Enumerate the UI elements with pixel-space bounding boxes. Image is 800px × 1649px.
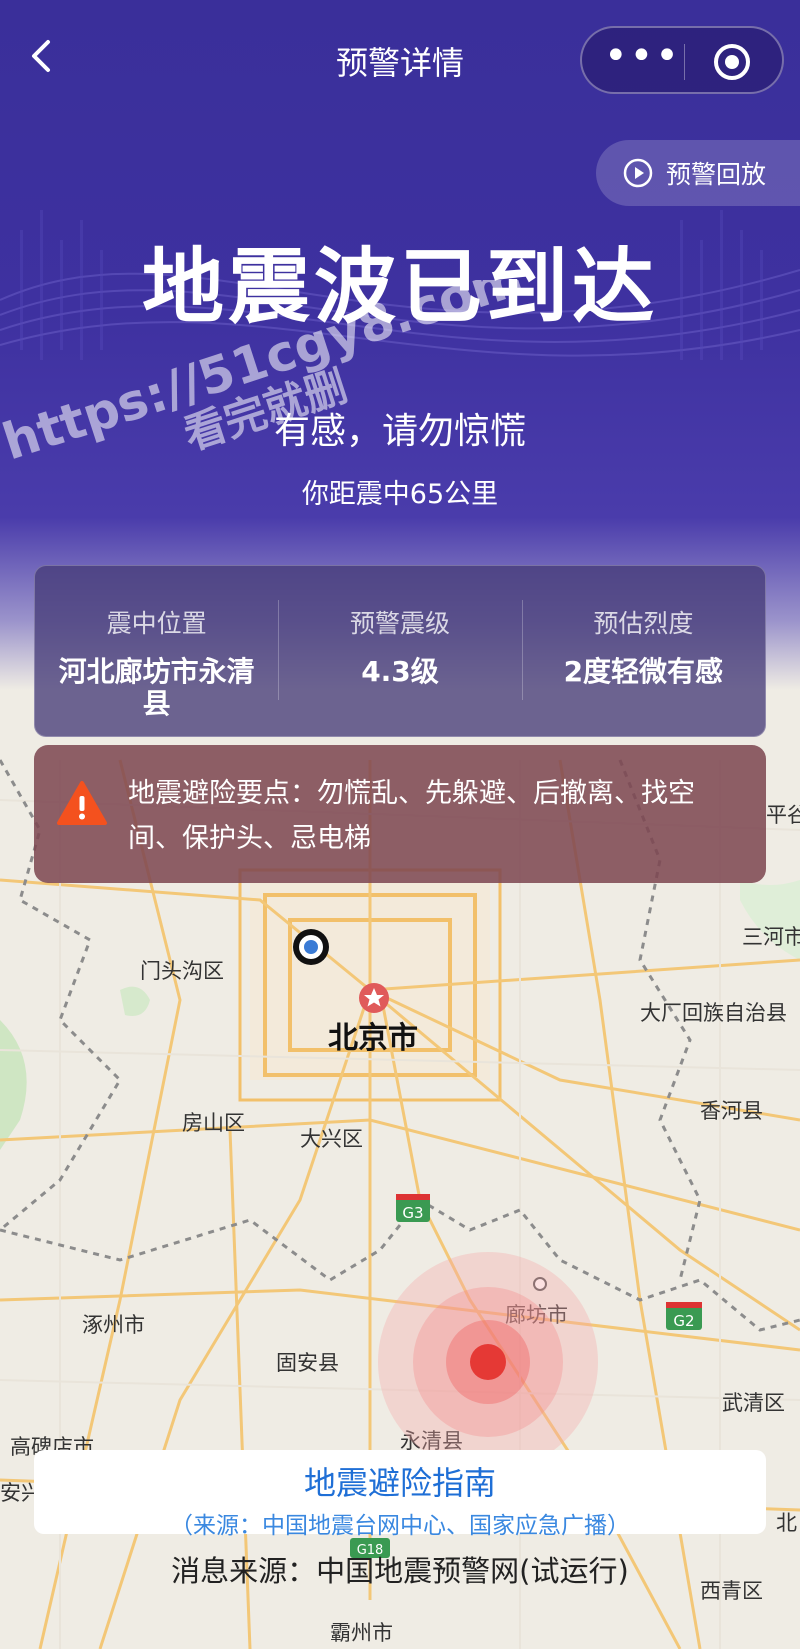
location-value: 河北廊坊市永清县 xyxy=(58,655,255,720)
epicenter-icon xyxy=(378,1252,598,1472)
epicenter-location: 震中位置 河北廊坊市永清县 xyxy=(35,566,278,736)
nav-bar: 预警详情 ••• xyxy=(0,20,800,100)
intensity-value: 2度轻微有感 xyxy=(563,655,724,688)
road-shield-g3: G3 xyxy=(396,1194,430,1222)
safety-tip-text: 地震避险要点：勿慌乱、先躲避、后撤离、找空间、保护头、忌电梯 xyxy=(128,778,695,854)
map-label-pinggu: 平谷 xyxy=(766,803,800,827)
watermark: https://51cgy8.com 看完就删 xyxy=(0,280,530,471)
message-source: 消息来源：中国地震预警网(试运行) xyxy=(171,1554,629,1588)
guide-title: 地震避险指南 xyxy=(303,1464,496,1502)
map-label-beijing: 北京市 xyxy=(328,1021,418,1056)
map-label-dachang: 大厂回族自治县 xyxy=(640,1001,787,1025)
intensity-label: 预估烈度 xyxy=(593,609,694,638)
capital-star-icon xyxy=(359,983,389,1013)
quake-info-card: 震中位置 河北廊坊市永清县 预警震级 4.3级 预估烈度 2度轻微有感 xyxy=(34,565,766,737)
svg-text:G2: G2 xyxy=(673,1312,694,1330)
map-label-bei: 北 xyxy=(776,1511,797,1535)
map-label-xianghe: 香河县 xyxy=(700,1099,763,1123)
play-icon xyxy=(623,158,653,188)
mini-program-capsule: ••• xyxy=(580,26,784,94)
map-label-fangshan: 房山区 xyxy=(182,1111,245,1135)
replay-button[interactable]: 预警回放 xyxy=(596,140,800,206)
close-target-button[interactable] xyxy=(712,42,752,82)
warning-icon xyxy=(57,781,107,825)
map-label-zhuozhou: 涿州市 xyxy=(82,1313,145,1337)
replay-label: 预警回放 xyxy=(666,160,767,189)
map-label-guan: 固安县 xyxy=(276,1351,339,1375)
safety-tip: 地震避险要点：勿慌乱、先躲避、后撤离、找空间、保护头、忌电梯 xyxy=(34,745,766,883)
map-label-daxing: 大兴区 xyxy=(300,1127,363,1151)
avoidance-guide-link[interactable]: 地震避险指南 （来源：中国地震台网中心、国家应急广播） xyxy=(34,1450,766,1539)
map-label-bazhou: 霸州市 xyxy=(330,1621,393,1645)
map-label-mentougou: 门头沟区 xyxy=(140,959,224,983)
user-location-icon xyxy=(293,929,329,965)
more-button[interactable]: ••• xyxy=(604,36,679,82)
magnitude-label: 预警震级 xyxy=(349,609,450,638)
svg-text:G3: G3 xyxy=(402,1204,423,1222)
capsule-divider xyxy=(684,44,685,80)
map-label-sanhe: 三河市 xyxy=(742,925,800,949)
road-shield-g2: G2 xyxy=(666,1302,702,1330)
magnitude: 预警震级 4.3级 xyxy=(278,566,521,736)
magnitude-value: 4.3级 xyxy=(361,655,439,688)
svg-text:https://51cgy8.com: https://51cgy8.com xyxy=(0,280,530,471)
guide-source: （来源：中国地震台网中心、国家应急广播） xyxy=(170,1513,630,1539)
location-label: 震中位置 xyxy=(106,609,207,638)
intensity: 预估烈度 2度轻微有感 xyxy=(521,566,765,736)
map-label-wuqing: 武清区 xyxy=(722,1391,785,1415)
